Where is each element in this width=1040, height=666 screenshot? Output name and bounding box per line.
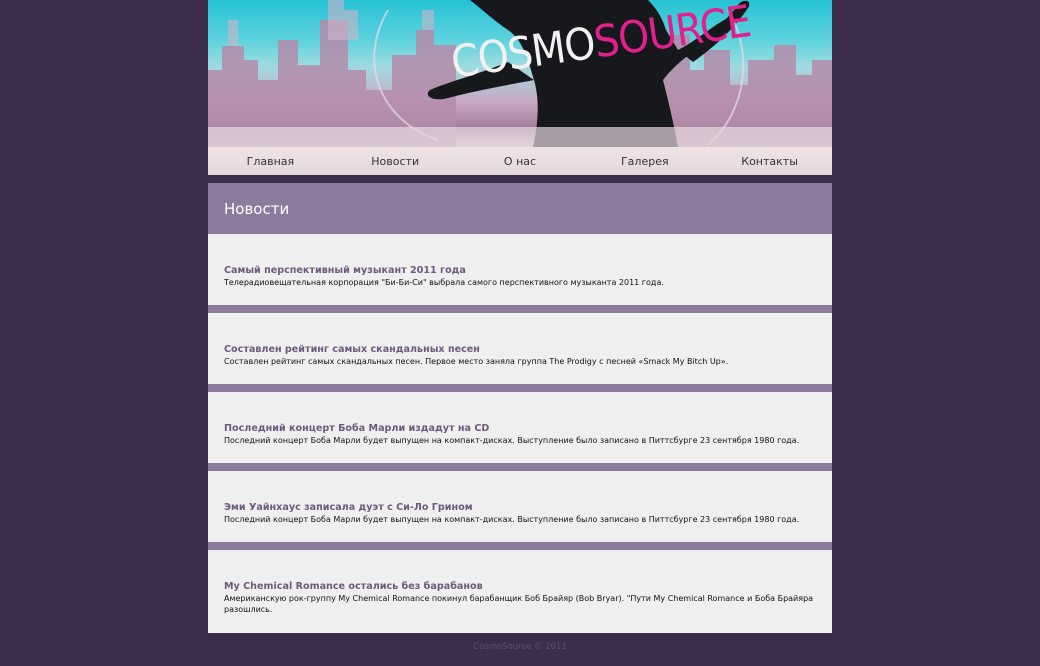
news-title[interactable]: My Chemical Romance остались без барабан… bbox=[224, 581, 816, 592]
news-title[interactable]: Самый перспективный музыкант 2011 года bbox=[224, 265, 816, 276]
nav-item-about[interactable]: О нас bbox=[458, 155, 583, 168]
news-item: Эми Уайнхаус записала дуэт с Си-Ло Грино… bbox=[208, 471, 832, 542]
news-title[interactable]: Составлен рейтинг самых скандальных песе… bbox=[224, 344, 816, 355]
news-item: My Chemical Romance остались без барабан… bbox=[208, 550, 832, 633]
nav-gap bbox=[208, 175, 832, 183]
news-item: Самый перспективный музыкант 2011 года Т… bbox=[208, 234, 832, 305]
nav-item-contacts[interactable]: Контакты bbox=[707, 155, 832, 168]
news-item: Последний концерт Боба Марли издадут на … bbox=[208, 392, 832, 463]
section-header: Новости bbox=[208, 183, 832, 234]
header-banner: COSMOSOURCE bbox=[208, 0, 832, 147]
footer-copyright: CosmoSourse © 2011 bbox=[473, 642, 567, 652]
nav-item-home[interactable]: Главная bbox=[208, 155, 333, 168]
news-text: Последний концерт Боба Марли будет выпущ… bbox=[224, 436, 800, 445]
page-container: COSMOSOURCE Главная Новости О нас Галере… bbox=[208, 0, 832, 652]
news-text: Составлен рейтинг самых скандальных песе… bbox=[224, 357, 729, 366]
news-text: Последний концерт Боба Марли будет выпущ… bbox=[224, 515, 800, 524]
news-text: Американскую рок-группу My Chemical Roma… bbox=[224, 594, 814, 614]
main-nav: Главная Новости О нас Галерея Контакты bbox=[208, 147, 832, 175]
nav-item-news[interactable]: Новости bbox=[333, 155, 458, 168]
news-text: Телерадиовещательная корпорация "Би-Би-С… bbox=[224, 278, 664, 287]
news-title[interactable]: Последний концерт Боба Марли издадут на … bbox=[224, 423, 816, 434]
section-title: Новости bbox=[224, 199, 290, 218]
news-list: Самый перспективный музыкант 2011 года Т… bbox=[208, 234, 832, 633]
nav-item-gallery[interactable]: Галерея bbox=[582, 155, 707, 168]
news-title[interactable]: Эми Уайнхаус записала дуэт с Си-Ло Грино… bbox=[224, 502, 816, 513]
news-item: Составлен рейтинг самых скандальных песе… bbox=[208, 313, 832, 384]
